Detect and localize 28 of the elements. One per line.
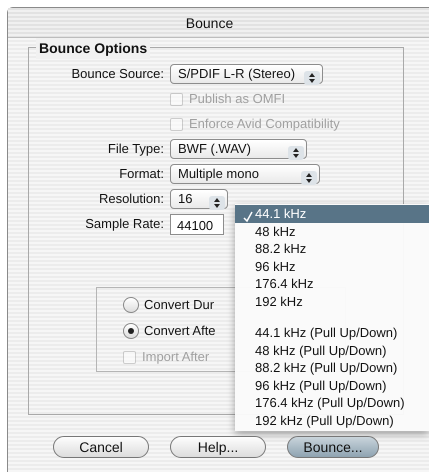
menu-item[interactable]: 96 kHz [235, 258, 429, 275]
menu-item[interactable]: 192 kHz [235, 292, 429, 310]
menu-item[interactable]: 176.4 kHz [235, 275, 429, 292]
menu-item[interactable]: 48 kHz (Pull Up/Down) [235, 342, 429, 359]
window-title: Bounce [8, 8, 429, 38]
menu-item[interactable]: 192 kHz (Pull Up/Down) [235, 412, 429, 429]
field-label: File Type: [106, 140, 165, 158]
checkbox-label: Import After [142, 348, 210, 366]
radio-label: Convert Afte [144, 322, 216, 340]
checkbox-label: Enforce Avid Compatibility [189, 115, 340, 134]
dialog-button[interactable]: Help... [170, 436, 266, 458]
checkbox-label: Publish as OMFI [189, 90, 286, 108]
menu-item[interactable]: 48 kHz [235, 222, 429, 240]
dialog-button[interactable]: Cancel [53, 436, 149, 458]
menu-item[interactable]: 88.2 kHz [235, 240, 429, 258]
dialog-button[interactable]: Bounce... [287, 436, 379, 458]
group-title: Bounce Options [36, 38, 150, 59]
menu-item[interactable]: 44.1 kHz [235, 205, 429, 222]
field-label: Format: [118, 165, 165, 184]
menu-item[interactable]: 176.4 kHz (Pull Up/Down) [235, 394, 429, 412]
menu-item[interactable]: 88.2 kHz (Pull Up/Down) [235, 359, 429, 376]
field-label: Resolution: [98, 190, 165, 208]
field-label: Bounce Source: [70, 65, 165, 84]
field-label: Sample Rate: [84, 215, 165, 234]
radio-label: Convert Dur [144, 296, 214, 314]
menu-item[interactable]: 96 kHz (Pull Up/Down) [235, 376, 429, 394]
input-field[interactable]: 44100 [170, 214, 224, 234]
menu-item[interactable]: 44.1 kHz (Pull Up/Down) [235, 324, 429, 342]
